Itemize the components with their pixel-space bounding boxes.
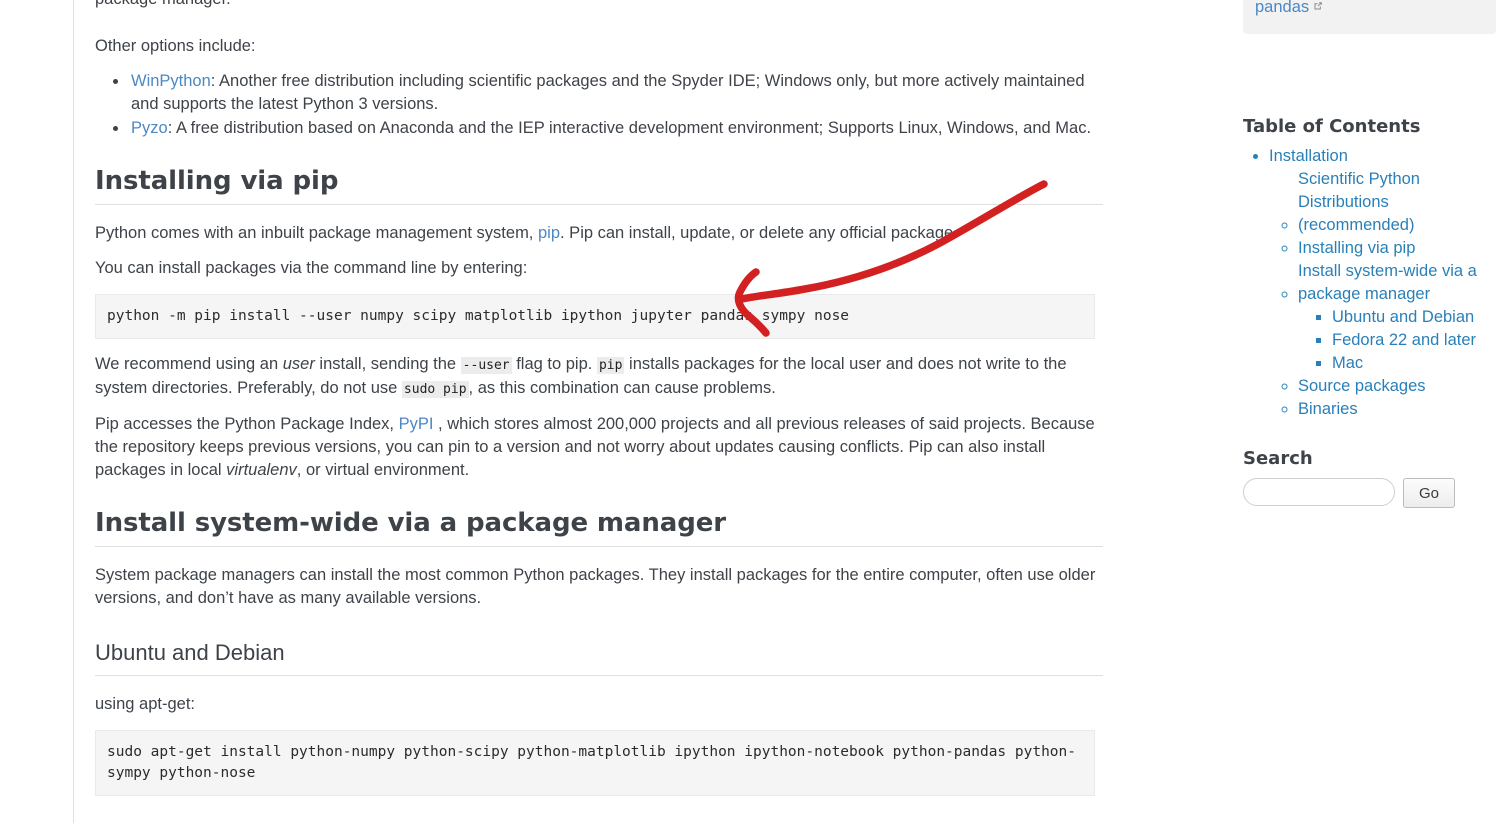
intro-tail-paragraph: package manager. [95, 0, 1103, 11]
pypi-link[interactable]: PyPI [399, 415, 434, 433]
toc-link-fedora-22-and-later[interactable]: Fedora 22 and later [1332, 331, 1476, 349]
winpython-description: : Another free distribution including sc… [131, 72, 1085, 113]
main-content: package manager. Other options include: … [73, 0, 1103, 823]
pip-link[interactable]: pip [538, 224, 560, 242]
toc-link-installation[interactable]: Installation [1269, 147, 1348, 165]
pip-intro-text-a: Python comes with an inbuilt package man… [95, 224, 538, 242]
table-of-contents-title: Table of Contents [1243, 116, 1421, 137]
toc-item-scientific-python-distributions: Scientific Python Distributions (recomme… [1298, 168, 1496, 237]
system-package-managers-paragraph: System package managers can install the … [95, 566, 1096, 607]
winpython-link[interactable]: WinPython [131, 72, 211, 90]
inline-code-sudo-pip: sudo pip [401, 381, 469, 398]
code-block-apt-get-install: sudo apt-get install python-numpy python… [95, 730, 1095, 796]
code-block-pip-install: python -m pip install --user numpy scipy… [95, 294, 1095, 339]
pandas-link[interactable]: pandas [1255, 0, 1309, 16]
heading-ubuntu-and-debian: Ubuntu and Debian [95, 640, 1103, 676]
toc-link-mac[interactable]: Mac [1332, 354, 1363, 372]
other-options-lead-text: Other options include: [95, 37, 256, 55]
search-go-button[interactable]: Go [1403, 478, 1455, 508]
other-options-list: WinPython: Another free distribution inc… [95, 70, 1103, 140]
page-root: package manager. Other options include: … [0, 0, 1496, 823]
pip-commandline-paragraph: You can install packages via the command… [95, 259, 528, 277]
heading-installing-via-pip: Installing via pip [95, 166, 1103, 205]
search-input[interactable] [1243, 478, 1395, 506]
sidebar: SymPy pandas Table of Contents Installat… [1243, 0, 1496, 823]
pyzo-description: : A free distribution based on Anaconda … [167, 119, 1092, 137]
pip-intro-text-b: . Pip can install, update, or delete any… [560, 224, 958, 242]
toc-item-binaries: Binaries [1298, 398, 1496, 421]
toc-item-fedora-22-and-later: Fedora 22 and later [1332, 329, 1496, 352]
toc-link-installing-via-pip[interactable]: Installing via pip [1298, 239, 1415, 257]
toc-item-installation: Installation Scientific Python Distribut… [1269, 145, 1496, 421]
pip-user-text-b: install, sending the [314, 355, 461, 373]
pypi-text-a: Pip accesses the Python Package Index, [95, 415, 399, 433]
inline-code-pip: pip [596, 357, 625, 374]
virtualenv-emphasis: virtualenv [226, 461, 297, 479]
toc-sublist-level2: Scientific Python Distributions (recomme… [1269, 168, 1496, 421]
pip-user-text-e: , as this combination can cause problems… [468, 379, 776, 397]
pip-user-text-a: We recommend using an [95, 355, 283, 373]
toc-link-ubuntu-and-debian[interactable]: Ubuntu and Debian [1332, 308, 1474, 326]
pip-user-emphasis: user [282, 355, 315, 373]
toc-link-scientific-python-distributions[interactable]: Scientific Python Distributions (recomme… [1298, 168, 1496, 237]
pip-user-flag-paragraph: We recommend using an user install, send… [95, 353, 1103, 401]
toc-item-installing-via-pip: Installing via pip [1298, 237, 1496, 260]
other-options-lead: Other options include: [95, 35, 1103, 58]
toc-item-source-packages: Source packages [1298, 375, 1496, 398]
external-link-icon [1313, 1, 1323, 11]
pip-intro-paragraph: Python comes with an inbuilt package man… [95, 222, 1103, 245]
list-item: WinPython: Another free distribution inc… [129, 70, 1103, 116]
toc-link-install-system-wide[interactable]: Install system-wide via a package manage… [1298, 260, 1496, 306]
search-form: Go [1243, 478, 1496, 508]
toc-item-install-system-wide: Install system-wide via a package manage… [1298, 260, 1496, 375]
table-of-contents-list: Installation Scientific Python Distribut… [1243, 145, 1496, 421]
toc-link-binaries[interactable]: Binaries [1298, 400, 1358, 418]
intro-tail-text: package manager. [95, 0, 231, 8]
toc-link-source-packages[interactable]: Source packages [1298, 377, 1426, 395]
related-link-pandas: pandas [1255, 0, 1484, 22]
pip-user-text-c: flag to pip. [511, 355, 597, 373]
toc-item-mac: Mac [1332, 352, 1496, 375]
search-title: Search [1243, 448, 1313, 469]
list-item: Pyzo: A free distribution based on Anaco… [129, 117, 1103, 140]
inline-code-user-flag: --user [460, 357, 512, 374]
pypi-paragraph: Pip accesses the Python Package Index, P… [95, 413, 1103, 482]
apt-get-paragraph: using apt-get: [95, 695, 195, 713]
heading-install-system-wide: Install system-wide via a package manage… [95, 508, 1103, 547]
toc-item-ubuntu-and-debian: Ubuntu and Debian [1332, 306, 1496, 329]
related-links-box: SymPy pandas [1243, 0, 1496, 34]
pyzo-link[interactable]: Pyzo [131, 119, 168, 137]
toc-sublist-level3: Ubuntu and Debian Fedora 22 and later Ma… [1298, 306, 1496, 375]
pypi-text-c: , or virtual environment. [296, 461, 470, 479]
